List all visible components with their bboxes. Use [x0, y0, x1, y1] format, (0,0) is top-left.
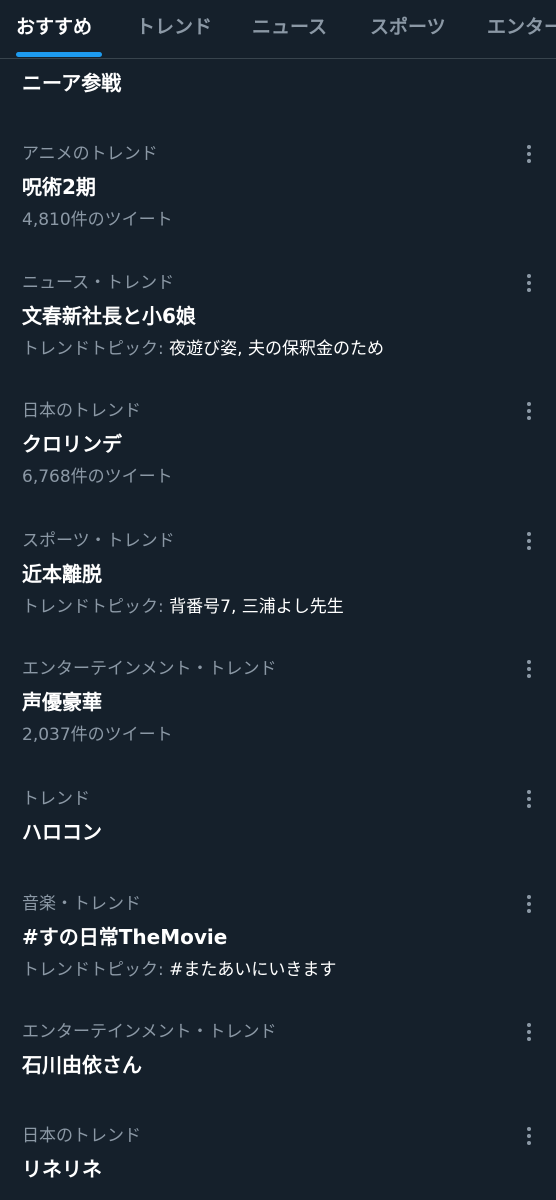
trend-topic-prefix: トレンドトピック: — [22, 597, 164, 617]
tweet-count: 6,768件のツイート — [22, 467, 173, 487]
more-options-button[interactable] — [518, 788, 540, 810]
tab-sports[interactable]: スポーツ — [370, 14, 446, 40]
more-vertical-icon — [527, 402, 531, 420]
active-tab-indicator — [16, 52, 102, 57]
more-vertical-icon — [527, 145, 531, 163]
trend-topic-list: 夜遊び姿, 夫の保釈金のため — [169, 339, 384, 359]
trend-item[interactable]: トレンド ハロコン — [0, 788, 556, 858]
more-options-button[interactable] — [518, 893, 540, 915]
more-options-button[interactable] — [518, 658, 540, 680]
trend-title: 石川由依さん — [22, 1053, 142, 1077]
trend-category: ニュース・トレンド — [22, 273, 175, 293]
more-vertical-icon — [527, 790, 531, 808]
trend-title: 声優豪華 — [22, 690, 102, 714]
more-vertical-icon — [527, 1023, 531, 1041]
trend-item[interactable]: 日本のトレンド リネリネ — [0, 1125, 556, 1195]
tab-news[interactable]: ニュース — [252, 14, 327, 40]
trend-category: エンターテインメント・トレンド — [22, 1022, 277, 1042]
trend-title: リネリネ — [22, 1157, 102, 1181]
trend-category: エンターテインメント・トレンド — [22, 659, 277, 679]
trend-topic-prefix: トレンドトピック: — [22, 339, 164, 359]
trend-title: ハロコン — [22, 820, 102, 844]
trend-item[interactable]: アニメのトレンド 呪術2期 4,810件のツイート — [0, 143, 556, 243]
trend-topic-list: #またあいにいきます — [169, 960, 337, 980]
trend-category: アニメのトレンド — [22, 144, 158, 164]
trend-category: 日本のトレンド — [22, 1126, 141, 1146]
tweet-count: 4,810件のツイート — [22, 210, 173, 230]
trend-category: トレンド — [22, 789, 90, 809]
more-options-button[interactable] — [518, 143, 540, 165]
more-options-button[interactable] — [518, 400, 540, 422]
trend-title: 文春新社長と小6娘 — [22, 304, 196, 328]
trend-category: スポーツ・トレンド — [22, 531, 175, 551]
tab-trending[interactable]: トレンド — [136, 14, 212, 40]
tweet-count: 2,037件のツイート — [22, 725, 173, 745]
trend-title: 近本離脱 — [22, 562, 102, 586]
more-vertical-icon — [527, 1127, 531, 1145]
more-options-button[interactable] — [518, 1021, 540, 1043]
trend-topic-prefix: トレンドトピック: — [22, 960, 164, 980]
trend-item[interactable]: 日本のトレンド クロリンデ 6,768件のツイート — [0, 400, 556, 500]
trend-title[interactable]: ニーア参戦 — [22, 68, 121, 98]
more-vertical-icon — [527, 532, 531, 550]
trend-item[interactable]: スポーツ・トレンド 近本離脱 トレンドトピック: 背番号7, 三浦よし先生 — [0, 530, 556, 630]
trend-title: 呪術2期 — [22, 175, 96, 199]
trend-topics: トレンドトピック: 夜遊び姿, 夫の保釈金のため — [22, 338, 384, 360]
more-vertical-icon — [527, 274, 531, 292]
more-options-button[interactable] — [518, 272, 540, 294]
trend-category: 音楽・トレンド — [22, 894, 141, 914]
tab-entertainment[interactable]: エンター — [487, 14, 556, 40]
trend-topics: トレンドトピック: #またあいにいきます — [22, 959, 336, 981]
trend-item[interactable]: 音楽・トレンド #すの日常TheMovie トレンドトピック: #またあいにいき… — [0, 893, 556, 993]
trend-title: #すの日常TheMovie — [22, 925, 228, 949]
more-options-button[interactable] — [518, 1125, 540, 1147]
trend-topics: トレンドトピック: 背番号7, 三浦よし先生 — [22, 596, 344, 618]
explore-tab-bar: おすすめ トレンド ニュース スポーツ エンター — [0, 0, 556, 59]
more-vertical-icon — [527, 895, 531, 913]
more-vertical-icon — [527, 660, 531, 678]
trend-title: クロリンデ — [22, 432, 122, 456]
trend-item[interactable]: エンターテインメント・トレンド 石川由依さん — [0, 1021, 556, 1091]
trend-item[interactable]: ニュース・トレンド 文春新社長と小6娘 トレンドトピック: 夜遊び姿, 夫の保釈… — [0, 272, 556, 372]
trend-item[interactable]: エンターテインメント・トレンド 声優豪華 2,037件のツイート — [0, 658, 556, 758]
tab-recommended[interactable]: おすすめ — [16, 14, 92, 40]
trend-topic-list: 背番号7, 三浦よし先生 — [169, 597, 344, 617]
more-options-button[interactable] — [518, 530, 540, 552]
trend-category: 日本のトレンド — [22, 401, 141, 421]
